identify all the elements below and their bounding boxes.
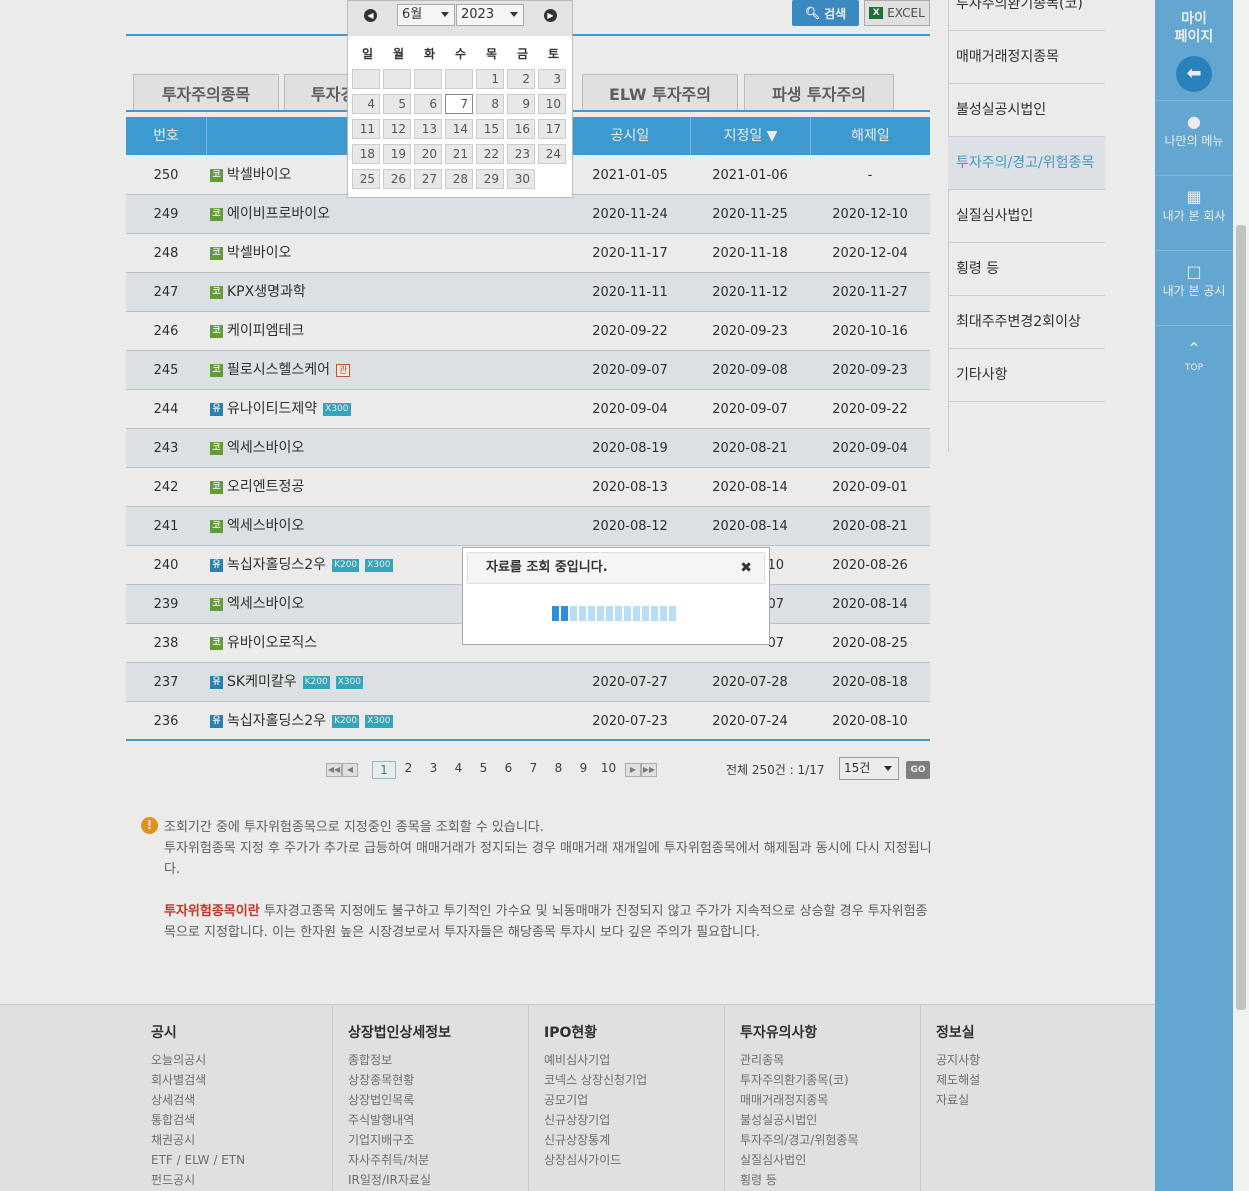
- progress-segment: [615, 606, 622, 621]
- calendar-day[interactable]: 1: [476, 69, 504, 89]
- calendar-day[interactable]: 7: [445, 94, 473, 114]
- weekday-label: 수: [454, 47, 467, 61]
- calendar-blank: [414, 69, 442, 89]
- calendar-day[interactable]: 8: [476, 94, 504, 114]
- calendar-day[interactable]: 24: [538, 144, 566, 164]
- calendar-day[interactable]: 11: [352, 119, 380, 139]
- weekday-label: 화: [423, 47, 436, 61]
- calendar-day[interactable]: 28: [445, 169, 473, 189]
- calendar-day[interactable]: 18: [352, 144, 380, 164]
- progress-segment: [561, 606, 568, 621]
- next-month-icon[interactable]: ▶: [544, 9, 557, 22]
- calendar-day[interactable]: 16: [507, 119, 535, 139]
- loading-title: 자료를 조회 중입니다. ✖: [467, 552, 765, 584]
- calendar-day[interactable]: 29: [476, 169, 504, 189]
- calendar-day[interactable]: 5: [383, 94, 411, 114]
- calendar-day[interactable]: 27: [414, 169, 442, 189]
- progress-segment: [633, 606, 640, 621]
- calendar-day[interactable]: 12: [383, 119, 411, 139]
- calendar-day[interactable]: 30: [507, 169, 535, 189]
- progress-segment: [624, 606, 631, 621]
- scroll-thumb[interactable]: [1236, 225, 1246, 1010]
- prev-month-icon[interactable]: ◀: [364, 9, 377, 22]
- progress-segment: [642, 606, 649, 621]
- calendar-day[interactable]: 6: [414, 94, 442, 114]
- calendar-day[interactable]: 19: [383, 144, 411, 164]
- progress-segment: [597, 606, 604, 621]
- calendar-day[interactable]: 22: [476, 144, 504, 164]
- calendar-day[interactable]: 21: [445, 144, 473, 164]
- month-select[interactable]: 6월: [397, 4, 455, 26]
- progress-segment: [669, 606, 676, 621]
- calendar-day[interactable]: 9: [507, 94, 535, 114]
- calendar-day[interactable]: 25: [352, 169, 380, 189]
- progress-segment: [606, 606, 613, 621]
- calendar-blank: [352, 69, 380, 89]
- year-select[interactable]: 2023: [456, 4, 524, 26]
- progress-segment: [579, 606, 586, 621]
- loading-message: 자료를 조회 중입니다.: [486, 560, 608, 575]
- calendar-day[interactable]: 2: [507, 69, 535, 89]
- progress-segment: [651, 606, 658, 621]
- date-picker: ◀ 6월 2023 ▶ 일월화수목금토 1 2 3 4 5 6 7 8 9 10 11 12 13 14 1…: [347, 0, 573, 198]
- progress-segment: [552, 606, 559, 621]
- calendar-day[interactable]: 3: [538, 69, 566, 89]
- loading-dialog: 자료를 조회 중입니다. ✖: [462, 547, 770, 645]
- calendar-day[interactable]: 15: [476, 119, 504, 139]
- progress-segment: [588, 606, 595, 621]
- calendar-day[interactable]: 13: [414, 119, 442, 139]
- progress-segment: [570, 606, 577, 621]
- page: 🔍︎ 검색 X EXCEL 투자주의종목 투자경 ELW 투자주의 파생 투자주의 …: [0, 0, 1249, 1191]
- weekday-label: 금: [516, 47, 529, 61]
- calendar-day[interactable]: 20: [414, 144, 442, 164]
- weekday-label: 일: [361, 47, 374, 61]
- weekday-label: 토: [547, 47, 560, 61]
- calendar-blank: [445, 69, 473, 89]
- close-icon[interactable]: ✖: [740, 553, 752, 583]
- progress-segment: [660, 606, 667, 621]
- calendar-day[interactable]: 23: [507, 144, 535, 164]
- calendar-day[interactable]: 10: [538, 94, 566, 114]
- calendar-day[interactable]: 4: [352, 94, 380, 114]
- calendar-day[interactable]: 17: [538, 119, 566, 139]
- calendar-day[interactable]: 26: [383, 169, 411, 189]
- weekday-label: 목: [485, 47, 498, 61]
- calendar-day[interactable]: 14: [445, 119, 473, 139]
- calendar-blank: [383, 69, 411, 89]
- loading-progress: [552, 606, 676, 621]
- weekday-label: 월: [392, 47, 405, 61]
